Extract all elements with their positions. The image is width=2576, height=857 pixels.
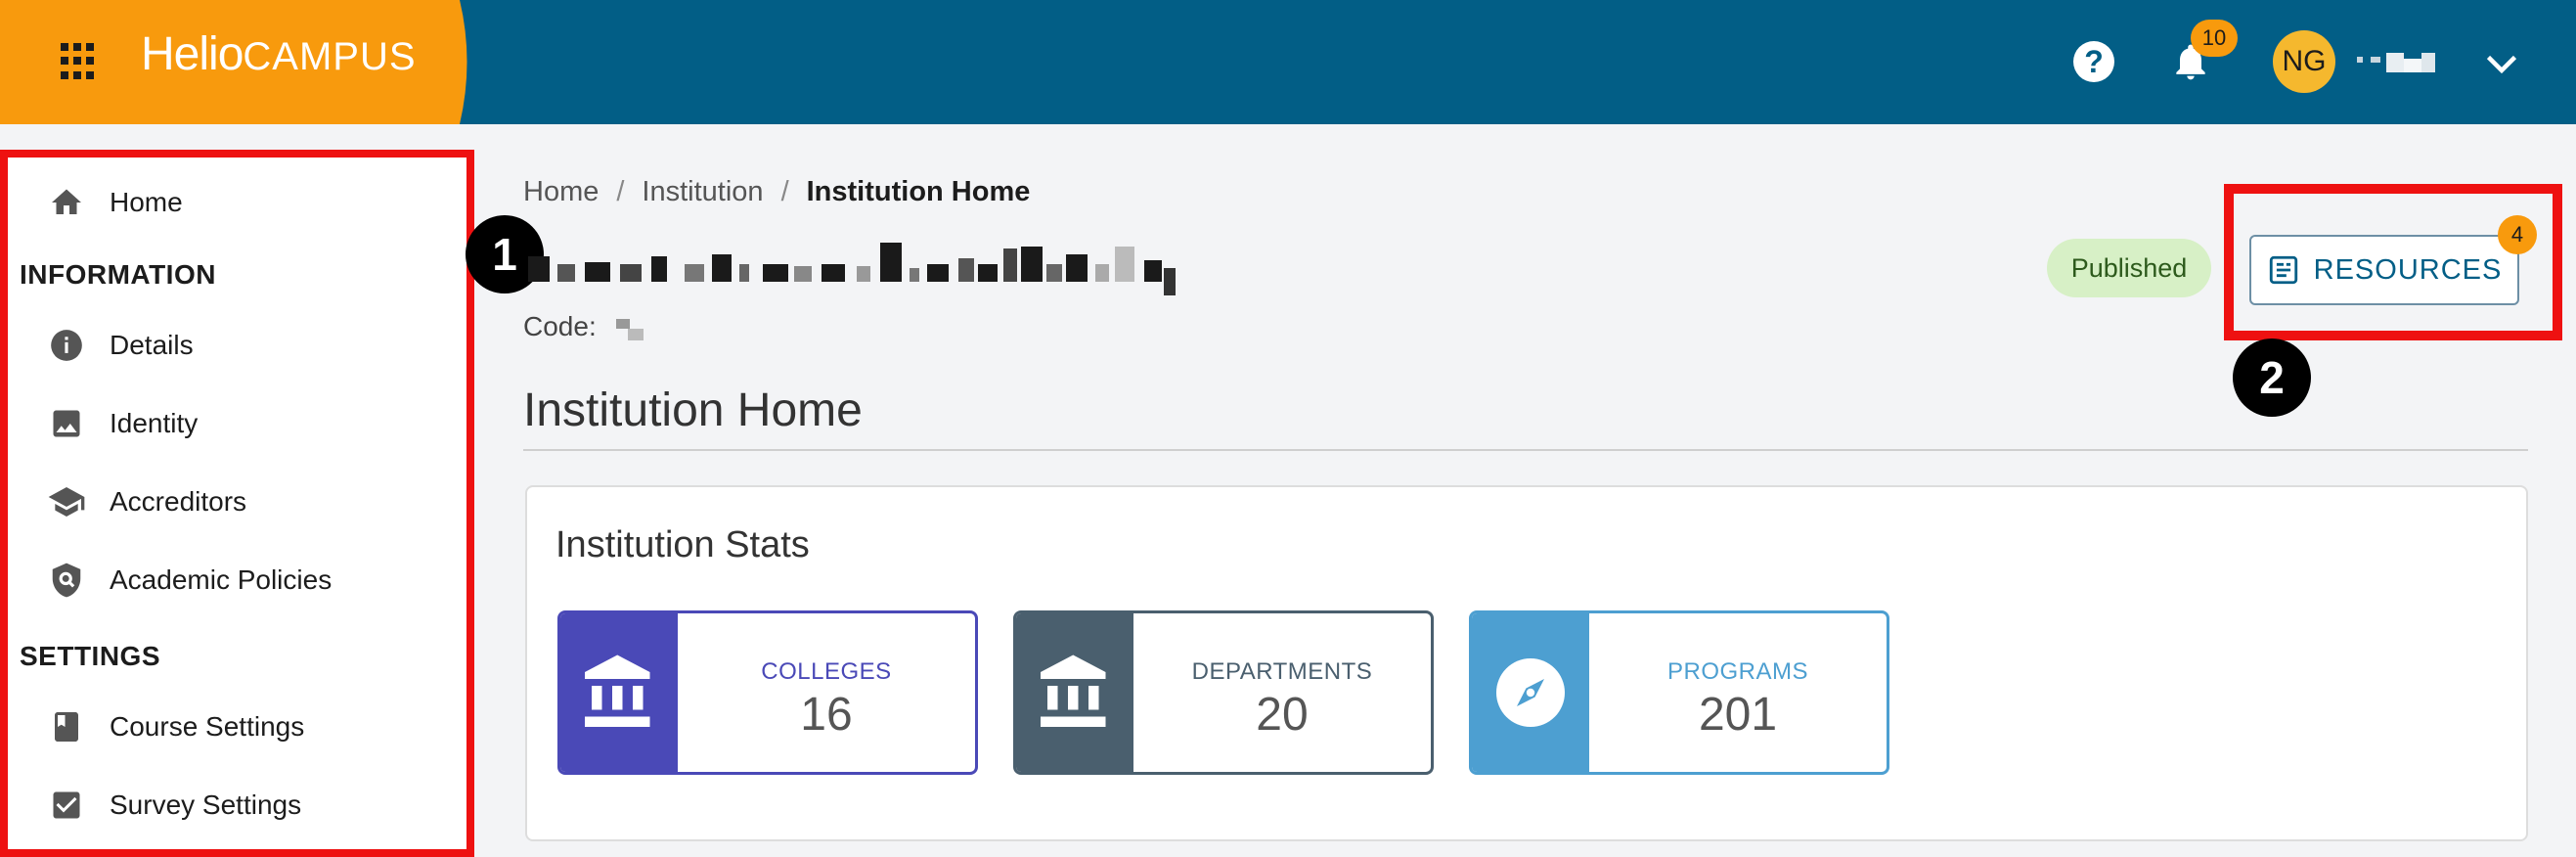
sidebar-item-label: Accreditors: [110, 486, 247, 517]
institution-name-redacted: [528, 239, 1310, 299]
sidebar-item-label: Home: [110, 187, 183, 217]
page-title: Institution Home: [523, 384, 863, 436]
stat-label: PROGRAMS: [1666, 658, 1808, 685]
chevron-down-icon[interactable]: [2484, 53, 2519, 76]
breadcrumb-separator: /: [780, 176, 789, 207]
user-avatar[interactable]: NG: [2273, 30, 2335, 93]
sidebar-item-survey-settings[interactable]: Survey Settings: [8, 774, 466, 836]
sidebar: Home INFORMATION Details Identity Accred…: [0, 150, 474, 857]
sidebar-item-details[interactable]: Details: [8, 314, 466, 377]
breadcrumb-institution[interactable]: Institution: [642, 176, 763, 208]
institution-icon: [560, 613, 678, 772]
information-heading: INFORMATION: [20, 259, 216, 290]
stat-card-departments[interactable]: DEPARTMENTS 20: [1013, 610, 1434, 775]
stat-value: 16: [800, 689, 853, 741]
stat-value: 201: [1698, 689, 1778, 741]
breadcrumb: Home / Institution / Institution Home: [523, 176, 1030, 208]
help-icon[interactable]: ?: [2073, 41, 2114, 82]
sidebar-item-course-settings[interactable]: Course Settings: [8, 696, 466, 758]
code-value-redacted: [616, 319, 647, 340]
stat-label: COLLEGES: [761, 658, 892, 685]
stat-card-programs[interactable]: PROGRAMS 201: [1469, 610, 1889, 775]
helio-campus-logo[interactable]: Helio CAMPUS: [141, 27, 417, 96]
stats-title: Institution Stats: [555, 524, 810, 565]
breadcrumb-home[interactable]: Home: [523, 176, 599, 208]
notification-count-badge: 10: [2191, 20, 2238, 57]
home-icon: [47, 183, 86, 222]
sidebar-item-label: Academic Policies: [110, 564, 333, 595]
institution-icon: [1016, 613, 1133, 772]
breadcrumb-current: Institution Home: [806, 176, 1031, 207]
stat-value: 20: [1256, 689, 1309, 741]
user-name-redacted[interactable]: [2357, 51, 2437, 74]
sidebar-item-label: Course Settings: [110, 711, 305, 742]
step-2-marker: 2: [2233, 338, 2311, 417]
sidebar-item-label: Identity: [110, 408, 199, 438]
book-icon: [47, 707, 86, 746]
policy-shield-icon: [47, 561, 86, 600]
settings-heading: SETTINGS: [20, 641, 161, 671]
resources-icon: [2269, 255, 2297, 285]
graduation-cap-icon: [47, 482, 86, 521]
logo-part-2: CAMPUS: [243, 35, 417, 78]
compass-icon: [1472, 613, 1589, 772]
info-icon: [47, 326, 86, 365]
sidebar-item-label: Survey Settings: [110, 789, 302, 820]
code-label: Code:: [523, 311, 597, 341]
resources-label: RESOURCES: [2313, 253, 2503, 286]
stat-label: DEPARTMENTS: [1191, 658, 1373, 685]
sidebar-item-home[interactable]: Home: [8, 171, 466, 234]
logo-part-1: Helio: [141, 28, 244, 80]
resources-count-badge: 4: [2498, 215, 2537, 254]
app-grid-icon[interactable]: [61, 43, 98, 80]
sidebar-item-label: Details: [110, 330, 194, 360]
sidebar-item-identity[interactable]: Identity: [8, 392, 466, 455]
checkbox-icon: [47, 786, 86, 825]
stat-card-colleges[interactable]: COLLEGES 16: [557, 610, 978, 775]
sidebar-item-academic-policies[interactable]: Academic Policies: [8, 549, 466, 611]
image-icon: [47, 404, 86, 443]
status-badge: Published: [2047, 239, 2211, 297]
breadcrumb-separator: /: [616, 176, 625, 207]
sidebar-item-accreditors[interactable]: Accreditors: [8, 471, 466, 533]
resources-button[interactable]: RESOURCES: [2249, 235, 2519, 305]
heading-divider: [523, 449, 2528, 451]
